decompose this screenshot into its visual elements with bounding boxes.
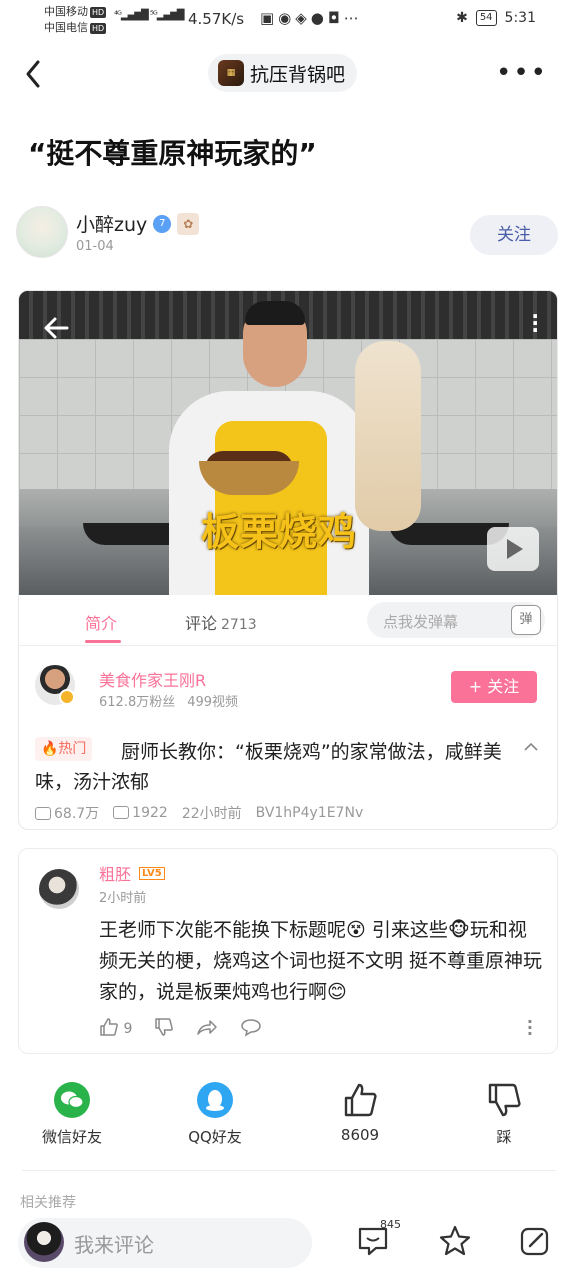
forum-name: 抗压背锅吧: [250, 63, 346, 86]
bilibili-tv-icon[interactable]: [487, 527, 539, 571]
divider: [22, 1170, 556, 1171]
thumbs-up-icon: [344, 1083, 377, 1117]
tab-comments-label: 评论: [185, 614, 218, 633]
dislike-button[interactable]: 踩: [449, 1078, 559, 1147]
carrier-info: 中国移动 HD 中国电信 HD: [44, 4, 107, 36]
share-icon[interactable]: [196, 1017, 218, 1037]
uploader-videos: 499视频: [187, 695, 239, 710]
verified-icon: [59, 689, 75, 705]
comment-count-badge: 845: [380, 1218, 401, 1231]
danmaku-toggle-icon[interactable]: 弹: [511, 605, 541, 635]
clock: 5:31: [504, 10, 536, 26]
hot-tag: 🔥热门: [35, 737, 93, 761]
chevron-up-icon[interactable]: [523, 739, 539, 755]
author-name: 小醉zuy: [76, 214, 148, 236]
video-card: 板栗烧鸡 · · · 简介 评论 2713 点我发弹幕 弹 美食作家王刚R 612.8…: [18, 290, 558, 830]
video-caption: 板栗烧鸡: [201, 510, 358, 554]
thumbs-down-icon[interactable]: [154, 1017, 174, 1037]
video-tabs: 简介 评论 2713 点我发弹幕 弹: [19, 596, 557, 646]
comment-more-icon[interactable]: · · ·: [527, 1014, 533, 1042]
edit-icon[interactable]: [518, 1224, 552, 1258]
comment-like[interactable]: 9: [99, 1017, 132, 1037]
tab-intro[interactable]: 简介: [85, 610, 117, 634]
hd-badge: HD: [90, 23, 107, 34]
avatar: [24, 1222, 64, 1262]
carrier-1: 中国移动: [44, 5, 88, 18]
author-row: 小醉zuy 7 ✿ 01-04 关注: [16, 206, 560, 264]
video-scene-hair: [245, 301, 305, 325]
comment-like-count: 9: [123, 1021, 133, 1037]
notification-icons: ▣◉◈●◘⋯: [260, 9, 363, 27]
uploader-fans: 612.8万粉丝: [99, 695, 176, 710]
post-date: 01-04: [76, 239, 114, 254]
bottom-bar: 我来评论 845: [0, 1208, 576, 1280]
carrier-2: 中国电信: [44, 21, 88, 34]
uploader-name[interactable]: 美食作家王刚R: [99, 667, 206, 691]
uploader-stats: 612.8万粉丝 499视频: [99, 691, 250, 710]
tab-comments-count: 2713: [221, 617, 257, 633]
bluetooth-icon: ✱: [456, 10, 468, 26]
views: 68.7万: [35, 803, 99, 823]
danmaku-count: 1922: [113, 805, 168, 821]
wechat-icon: [54, 1082, 90, 1118]
share-wechat[interactable]: 微信好友: [17, 1078, 127, 1147]
medal-icon: ✿: [177, 212, 200, 235]
comment-input-placeholder: 我来评论: [74, 1233, 154, 1257]
comment-actions: 9: [99, 1017, 262, 1037]
danmaku-count-value: 1922: [132, 805, 168, 821]
video-description: 厨师长教你：“板栗烧鸡”的家常做法，咸鲜美味，汤汁浓郁: [35, 741, 502, 793]
thumbs-down-icon: [488, 1083, 521, 1117]
forum-pill[interactable]: ▦ 抗压背锅吧: [208, 54, 358, 92]
level-badge: LV5: [139, 866, 165, 880]
network-speed: 4.57K/s: [188, 10, 245, 28]
danmaku-placeholder: 点我发弹幕: [383, 613, 459, 631]
views-value: 68.7万: [54, 806, 100, 822]
uploader-follow-button[interactable]: + 关注: [451, 671, 537, 703]
battery-icon: 54: [475, 10, 497, 26]
dislike-label: 踩: [496, 1128, 512, 1146]
video-time: 22小时前: [181, 806, 242, 822]
share-qq-label: QQ好友: [188, 1128, 242, 1146]
post-title: “挺不尊重原神玩家的”: [28, 137, 317, 170]
commenter-avatar[interactable]: [39, 869, 79, 909]
like-count: 8609: [340, 1126, 380, 1144]
tab-comments[interactable]: 评论 2713: [185, 610, 257, 634]
video-scene-chicken: [355, 341, 421, 531]
danmaku-input[interactable]: 点我发弹幕 弹: [367, 602, 545, 638]
follow-button[interactable]: 关注: [470, 215, 558, 255]
video-back-icon[interactable]: [41, 313, 71, 343]
video-meta: 68.7万 1922 22小时前 BV1hP4y1E7Nv: [35, 803, 363, 823]
commenter-name: 粗胚: [99, 865, 132, 884]
more-icon[interactable]: •••: [496, 60, 548, 86]
forum-logo: ▦: [218, 60, 244, 86]
back-icon[interactable]: [22, 54, 52, 94]
bvid: BV1hP4y1E7Nv: [255, 805, 364, 821]
status-bar: 中国移动 HD 中国电信 HD ⁴ᴳ▂▄▆█ ⁵ᴳ▂▄▆█ 4.57K/s ▣◉◈●…: [0, 0, 576, 40]
share-qq[interactable]: QQ好友: [160, 1078, 270, 1147]
level-badge: 7: [153, 214, 172, 233]
comment-card: 粗胚 LV5 2小时前 王老师下次能不能换下标题呢😵 引来这些🐵玩和视频无关的梗…: [18, 848, 558, 1054]
star-icon[interactable]: [438, 1224, 472, 1258]
like-button[interactable]: 8609: [305, 1078, 415, 1144]
thumbs-up-icon: [100, 1018, 118, 1036]
commenter-info[interactable]: 粗胚 LV5: [99, 861, 165, 885]
hd-badge: HD: [90, 7, 107, 18]
comment-text: 王老师下次能不能换下标题呢😵 引来这些🐵玩和视频无关的梗，烧鸡这个词也挺不文明 …: [99, 919, 543, 1003]
qq-icon: [197, 1082, 233, 1118]
signal-icon: ⁴ᴳ▂▄▆█ ⁵ᴳ▂▄▆█: [114, 10, 184, 21]
video-player[interactable]: 板栗烧鸡 · · ·: [19, 291, 557, 595]
reply-icon[interactable]: [240, 1017, 262, 1037]
comment-time: 2小时前: [99, 891, 147, 906]
video-more-icon[interactable]: · · ·: [531, 306, 539, 340]
tab-underline: [85, 640, 121, 643]
author-info[interactable]: 小醉zuy 7 ✿: [76, 210, 200, 237]
share-wechat-label: 微信好友: [41, 1128, 102, 1146]
play-count-icon: [35, 807, 51, 820]
danmaku-count-icon: [113, 806, 130, 819]
avatar[interactable]: [16, 206, 68, 258]
top-nav: ▦ 抗压背锅吧 •••: [0, 44, 576, 104]
share-row: 微信好友 QQ好友 8609 踩: [0, 1078, 576, 1158]
